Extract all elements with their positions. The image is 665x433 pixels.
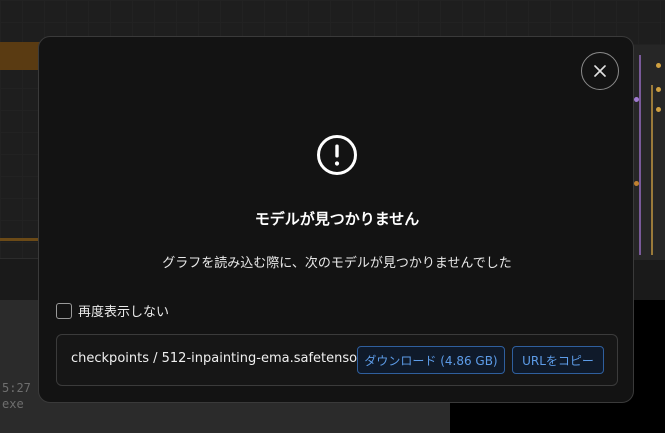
background-node-socket	[634, 181, 639, 186]
background-node-socket	[656, 107, 661, 112]
background-node-socket	[656, 87, 661, 92]
app-window: 5:27 exe モデルが見つかりません グラフを読み込む際に、次のモデルが見つ…	[0, 0, 665, 433]
close-icon	[594, 65, 606, 77]
dont-show-again-toggle[interactable]: 再度表示しない	[56, 301, 169, 320]
missing-model-path: checkpoints / 512-inpainting-ema.safeten…	[71, 351, 370, 366]
dialog-title: モデルが見つかりません	[254, 210, 420, 228]
alert-circle-icon	[317, 135, 357, 175]
background-wire	[651, 85, 653, 255]
dialog-description: グラフを読み込む際に、次のモデルが見つかりませんでした	[162, 256, 512, 271]
background-node-socket	[656, 63, 661, 68]
background-node-socket	[634, 97, 639, 102]
missing-models-dialog: モデルが見つかりません グラフを読み込む際に、次のモデルが見つかりませんでした …	[38, 36, 634, 403]
download-button[interactable]: ダウンロード (4.86 GB)	[357, 346, 505, 374]
background-wire	[639, 55, 641, 255]
dont-show-again-checkbox[interactable]	[56, 302, 72, 319]
console-line: exe	[2, 397, 24, 411]
copy-url-button[interactable]: URLをコピー	[512, 346, 604, 374]
console-line: 5:27	[2, 381, 31, 395]
dont-show-again-label: 再度表示しない	[78, 305, 170, 320]
close-button[interactable]	[581, 52, 619, 90]
missing-model-row: checkpoints / 512-inpainting-ema.safeten…	[56, 334, 618, 386]
